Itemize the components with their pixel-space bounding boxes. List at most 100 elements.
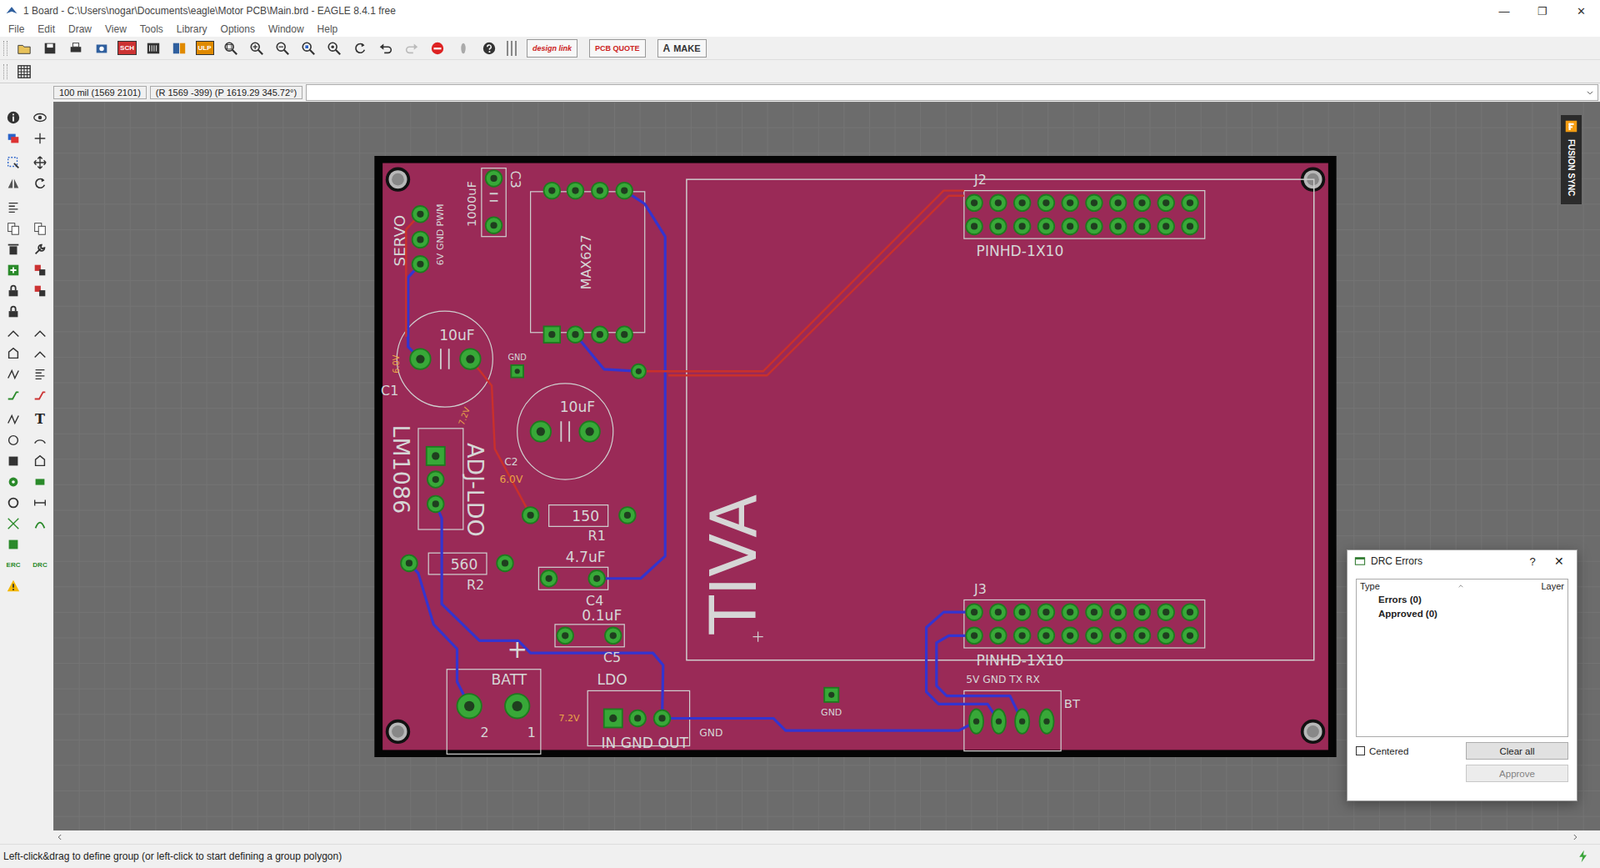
pad[interactable] <box>1110 218 1127 235</box>
layers-icon[interactable] <box>5 130 21 146</box>
wrench-icon[interactable] <box>32 241 48 257</box>
pad[interactable] <box>496 555 514 572</box>
copy-icon[interactable] <box>5 220 21 236</box>
go-icon[interactable] <box>455 40 471 56</box>
tool-button[interactable] <box>3 260 24 280</box>
toolbar-button[interactable] <box>450 38 476 59</box>
pad[interactable] <box>1134 195 1151 212</box>
pad[interactable] <box>631 364 646 379</box>
pad[interactable] <box>1134 218 1151 235</box>
toolbar-button[interactable] <box>62 38 89 59</box>
poly-icon[interactable] <box>32 453 48 469</box>
menu-item[interactable]: Draw <box>61 23 99 35</box>
pad[interactable] <box>1014 218 1031 235</box>
arc-icon[interactable] <box>32 432 48 448</box>
window-control-button[interactable]: ❐ <box>1523 0 1562 22</box>
tool-button[interactable] <box>3 107 24 128</box>
cam-icon[interactable] <box>94 40 110 56</box>
pad[interactable] <box>615 182 633 200</box>
grid-icon[interactable] <box>16 64 32 80</box>
pad[interactable] <box>615 325 633 343</box>
trash-icon[interactable] <box>5 241 21 257</box>
pad[interactable] <box>1061 218 1079 235</box>
pad[interactable] <box>556 627 574 645</box>
mark-icon[interactable] <box>32 130 48 146</box>
pad[interactable] <box>965 603 983 620</box>
pad[interactable] <box>990 627 1007 645</box>
zoomsel-icon[interactable] <box>300 40 316 56</box>
undo-icon[interactable] <box>378 40 394 56</box>
pad[interactable] <box>1134 627 1151 645</box>
tool-button[interactable] <box>30 385 50 405</box>
toolbar-grip[interactable] <box>3 64 8 80</box>
tool-button[interactable] <box>30 364 50 385</box>
pad[interactable] <box>605 627 622 645</box>
tool-button[interactable] <box>3 409 24 430</box>
left-icon[interactable] <box>55 831 65 842</box>
tool-button[interactable] <box>3 471 24 492</box>
pad[interactable] <box>485 170 503 187</box>
stop-icon[interactable] <box>430 40 445 56</box>
grid-button[interactable] <box>10 61 37 82</box>
tool-button[interactable] <box>3 322 24 343</box>
pad[interactable] <box>427 470 445 488</box>
menu-item[interactable]: Help <box>310 23 345 35</box>
tool-button[interactable]: DRC <box>30 555 50 575</box>
pad[interactable] <box>530 420 551 441</box>
tool-button[interactable] <box>3 301 24 322</box>
toolbar-button[interactable] <box>372 38 399 59</box>
toolbar-button[interactable] <box>88 38 115 59</box>
tool-button[interactable] <box>3 385 24 405</box>
wire-icon[interactable] <box>5 411 21 427</box>
pad[interactable] <box>1038 218 1055 235</box>
pad[interactable] <box>456 693 481 718</box>
window-control-button[interactable]: ✕ <box>1561 0 1600 22</box>
pad[interactable] <box>588 570 605 587</box>
square-pad[interactable] <box>544 325 561 343</box>
help-icon[interactable] <box>481 40 497 56</box>
redraw-icon[interactable] <box>352 40 368 56</box>
close-button[interactable]: ✕ <box>1548 554 1570 568</box>
rotate-icon[interactable] <box>32 175 48 191</box>
pcb-quote-button[interactable]: PCB QUOTE <box>589 39 646 58</box>
tool-button[interactable] <box>3 343 24 364</box>
tool-button[interactable] <box>30 152 50 173</box>
pcb-board[interactable]: SERVO6V GND PWM1000uFC3MAX62710uFC1GND10… <box>374 155 1337 757</box>
pad[interactable] <box>505 693 530 718</box>
split-icon[interactable] <box>32 345 48 361</box>
pad[interactable] <box>1061 603 1079 620</box>
tool-button[interactable] <box>30 239 50 260</box>
pad[interactable] <box>965 627 983 645</box>
pad[interactable] <box>427 495 445 513</box>
pad[interactable] <box>1181 603 1199 620</box>
tool-button[interactable] <box>30 492 50 513</box>
pad[interactable] <box>1085 195 1103 212</box>
tool-button[interactable] <box>30 471 50 492</box>
square-pad[interactable] <box>426 446 445 465</box>
toolbar-button[interactable]: SCH <box>114 38 140 59</box>
pad[interactable] <box>460 348 480 369</box>
align-icon[interactable] <box>5 200 21 215</box>
via-icon[interactable] <box>5 474 21 490</box>
toolbar-button[interactable] <box>295 38 321 59</box>
eye-icon[interactable] <box>32 110 48 125</box>
pad[interactable] <box>591 182 609 200</box>
toolbar-button[interactable] <box>398 38 425 59</box>
pad[interactable] <box>1110 627 1127 645</box>
tool-button[interactable] <box>30 173 50 194</box>
autor-icon[interactable] <box>32 515 48 531</box>
oval-pad[interactable] <box>991 708 1006 733</box>
zoomfit-icon[interactable] <box>223 40 239 56</box>
bottom-trace[interactable] <box>408 264 421 360</box>
toolbar-button[interactable] <box>424 38 450 59</box>
approve-button[interactable]: Approve <box>1465 764 1569 782</box>
pad[interactable] <box>1110 603 1127 620</box>
tool-button[interactable] <box>30 450 50 471</box>
polyfill-icon[interactable] <box>5 536 21 552</box>
menu-item[interactable]: Edit <box>30 23 62 35</box>
pad[interactable] <box>485 216 503 234</box>
toolbar-grip[interactable] <box>3 40 8 56</box>
zoomin-icon[interactable] <box>249 40 265 56</box>
tool-button[interactable] <box>3 128 24 149</box>
tool-button[interactable] <box>30 260 50 280</box>
